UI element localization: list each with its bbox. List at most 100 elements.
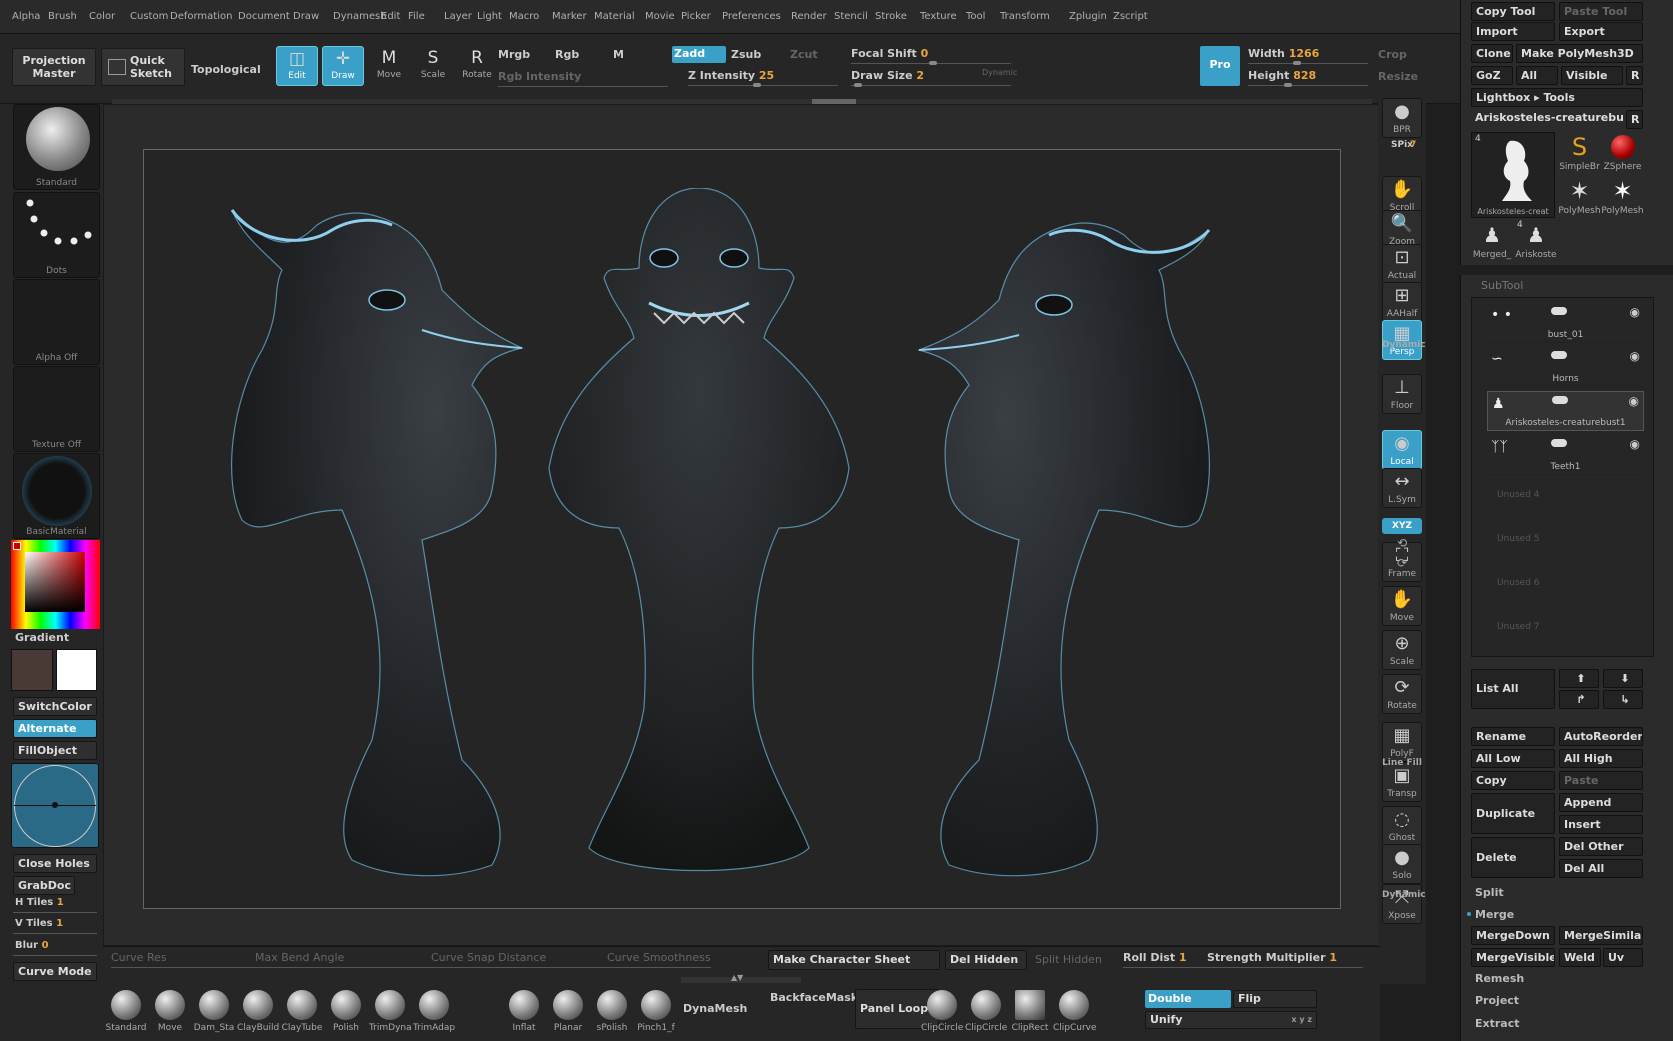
texture-selector[interactable]: Texture Off bbox=[13, 366, 100, 452]
brush-spolish[interactable]: sPolish bbox=[591, 990, 633, 1033]
duplicate-button[interactable]: Duplicate bbox=[1471, 793, 1555, 834]
curve-res-slider[interactable]: Curve Res bbox=[111, 951, 167, 964]
topological-label[interactable]: Topological bbox=[191, 63, 261, 76]
curve-editor[interactable] bbox=[11, 763, 99, 848]
subtool-item[interactable]: ᛉᛉ ◉ Teeth1 bbox=[1487, 435, 1644, 475]
brush-inflat[interactable]: Inflat bbox=[503, 990, 545, 1033]
menu-edit[interactable]: Edit bbox=[381, 11, 400, 22]
brush-standard[interactable]: Standard bbox=[105, 990, 147, 1033]
goz-button[interactable]: GoZ bbox=[1471, 66, 1513, 85]
h-tiles-slider[interactable]: H Tiles 1 bbox=[15, 897, 64, 908]
line-fill-label[interactable]: Line Fill bbox=[1382, 758, 1422, 768]
menu-zscript[interactable]: Zscript bbox=[1113, 11, 1148, 22]
current-tool-r-button[interactable]: R bbox=[1626, 110, 1643, 129]
brush-cliprect-2[interactable]: ClipRect bbox=[1009, 990, 1051, 1033]
lightbox-tools-button[interactable]: Lightbox ▸ Tools bbox=[1471, 88, 1643, 107]
bust-side-view-right[interactable] bbox=[909, 180, 1249, 900]
z-intensity-slider[interactable]: Z Intensity 25 bbox=[688, 69, 774, 82]
menu-movie[interactable]: Movie bbox=[645, 11, 675, 22]
main-color-swatch[interactable] bbox=[11, 649, 53, 691]
auto-reorder-button[interactable]: AutoReorder bbox=[1559, 727, 1643, 746]
import-button[interactable]: Import bbox=[1471, 22, 1555, 41]
uv-button[interactable]: Uv bbox=[1603, 948, 1643, 967]
doc-height-slider[interactable]: Height 828 bbox=[1248, 69, 1316, 82]
tool-zsphere[interactable]: ZSphere bbox=[1601, 132, 1644, 174]
tool-ariskosteles[interactable]: 4 ♟ Ariskoste bbox=[1515, 220, 1557, 264]
visibility-toggle-icon[interactable] bbox=[1551, 439, 1567, 447]
grab-doc-button[interactable]: GrabDoc bbox=[13, 876, 75, 895]
resize-button[interactable]: Resize bbox=[1378, 70, 1418, 83]
strength-multiplier-slider[interactable]: Strength Multiplier 1 bbox=[1207, 951, 1337, 964]
v-tiles-slider[interactable]: V Tiles 1 bbox=[15, 918, 63, 929]
menu-marker[interactable]: Marker bbox=[552, 11, 587, 22]
shelf-actual-button[interactable]: ⊡ Actual bbox=[1382, 244, 1422, 284]
brush-trimdyna[interactable]: TrimDyna bbox=[369, 990, 412, 1033]
shelf-transp-button[interactable]: ▣ Transp bbox=[1382, 762, 1422, 802]
visibility-toggle-icon[interactable] bbox=[1551, 351, 1567, 359]
tool-scale-button[interactable]: S Scale bbox=[412, 46, 454, 86]
curve-smoothness-slider[interactable]: Curve Smoothness bbox=[607, 951, 711, 964]
move-right-down-button[interactable]: ↳ bbox=[1603, 690, 1643, 709]
shelf-solo-button[interactable]: ● Solo bbox=[1382, 844, 1422, 884]
menu-texture[interactable]: Texture bbox=[920, 11, 957, 22]
tool-draw-button[interactable]: ✛ Draw bbox=[322, 46, 364, 86]
brush-pinch1f[interactable]: Pinch1_f bbox=[635, 990, 677, 1033]
menu-stroke[interactable]: Stroke bbox=[875, 11, 907, 22]
split-section[interactable]: Split bbox=[1475, 886, 1504, 899]
shelf-polyf-button[interactable]: ▦ PolyF bbox=[1382, 722, 1422, 762]
projection-master-button[interactable]: Projection Master bbox=[12, 48, 96, 86]
menu-picker[interactable]: Picker bbox=[681, 11, 711, 22]
merge-down-button[interactable]: MergeDown bbox=[1471, 926, 1555, 945]
curve-snap-slider[interactable]: Curve Snap Distance bbox=[431, 951, 546, 964]
tool-polymesh-2[interactable]: ✶ PolyMesh bbox=[1601, 176, 1644, 218]
tool-merged[interactable]: ♟ Merged_ bbox=[1471, 220, 1513, 264]
move-right-up-button[interactable]: ↱ bbox=[1559, 690, 1599, 709]
draw-size-slider[interactable]: Draw Size 2 bbox=[851, 69, 924, 82]
shelf-lsym-button[interactable]: ↔ L.Sym bbox=[1382, 468, 1422, 508]
menu-draw[interactable]: Draw bbox=[293, 11, 319, 22]
move-down-button[interactable]: ⬇ bbox=[1603, 669, 1643, 688]
merge-similar-button[interactable]: MergeSimilar bbox=[1559, 926, 1643, 945]
menu-layer[interactable]: Layer bbox=[444, 11, 472, 22]
alternate-button[interactable]: Alternate bbox=[13, 719, 97, 738]
brush-claybuild[interactable]: ClayBuild bbox=[237, 990, 279, 1033]
shelf-move-button[interactable]: ✋ Move bbox=[1382, 586, 1422, 626]
paste-subtool-button[interactable]: Paste bbox=[1559, 771, 1643, 790]
visibility-toggle-icon[interactable] bbox=[1551, 307, 1567, 315]
dynamic-toggle[interactable]: Dynamic bbox=[982, 68, 1017, 77]
brush-clipcircle-1[interactable]: ClipCircle bbox=[965, 990, 1007, 1033]
split-hidden-button[interactable]: Split Hidden bbox=[1035, 953, 1102, 966]
menu-file[interactable]: File bbox=[408, 11, 425, 22]
menu-stencil[interactable]: Stencil bbox=[834, 11, 868, 22]
backface-mask-button[interactable]: BackfaceMask bbox=[770, 991, 858, 1004]
subtool-title[interactable]: SubTool bbox=[1481, 279, 1523, 292]
switch-color-button[interactable]: SwitchColor bbox=[13, 697, 97, 716]
all-high-button[interactable]: All High bbox=[1559, 749, 1643, 768]
bottom-scroll-handle[interactable]: ▲▼ bbox=[681, 973, 801, 983]
eye-icon[interactable]: ◉ bbox=[1630, 349, 1640, 363]
subtool-item[interactable]: ∽ ◉ Horns bbox=[1487, 347, 1644, 387]
make-character-sheet-button[interactable]: Make Character Sheet bbox=[768, 950, 940, 970]
gradient-label[interactable]: Gradient bbox=[15, 631, 69, 644]
append-button[interactable]: Append bbox=[1559, 793, 1643, 812]
list-all-button[interactable]: List All bbox=[1471, 669, 1555, 709]
dynamesh-button[interactable]: DynaMesh bbox=[683, 1002, 747, 1015]
pro-button[interactable]: Pro bbox=[1200, 46, 1240, 86]
tool-move-button[interactable]: M Move bbox=[368, 46, 410, 86]
delete-button[interactable]: Delete bbox=[1471, 837, 1555, 878]
brush-move[interactable]: Move bbox=[149, 990, 191, 1033]
rgb-button[interactable]: Rgb bbox=[555, 48, 579, 61]
subtool-item[interactable]: • • ◉ bust_01 bbox=[1487, 303, 1644, 343]
menu-tool[interactable]: Tool bbox=[966, 11, 985, 22]
xyz-symmetry-button[interactable]: XYZ bbox=[1382, 518, 1422, 534]
tool-polymesh-1[interactable]: ✶ PolyMesh bbox=[1558, 176, 1601, 218]
shelf-scale-button[interactable]: ⊕ Scale bbox=[1382, 630, 1422, 670]
rotate-y-icon[interactable]: ⟲ bbox=[1382, 536, 1422, 550]
insert-button[interactable]: Insert bbox=[1559, 815, 1643, 834]
brush-trimadap[interactable]: TrimAdap bbox=[413, 990, 455, 1033]
focal-shift-slider[interactable]: Focal Shift 0 bbox=[851, 47, 928, 60]
del-other-button[interactable]: Del Other bbox=[1559, 837, 1643, 856]
menu-light[interactable]: Light bbox=[477, 11, 502, 22]
brush-clipcurve-3[interactable]: ClipCurve bbox=[1053, 990, 1097, 1033]
shelf-rotate-button[interactable]: ⟳ Rotate bbox=[1382, 674, 1422, 714]
